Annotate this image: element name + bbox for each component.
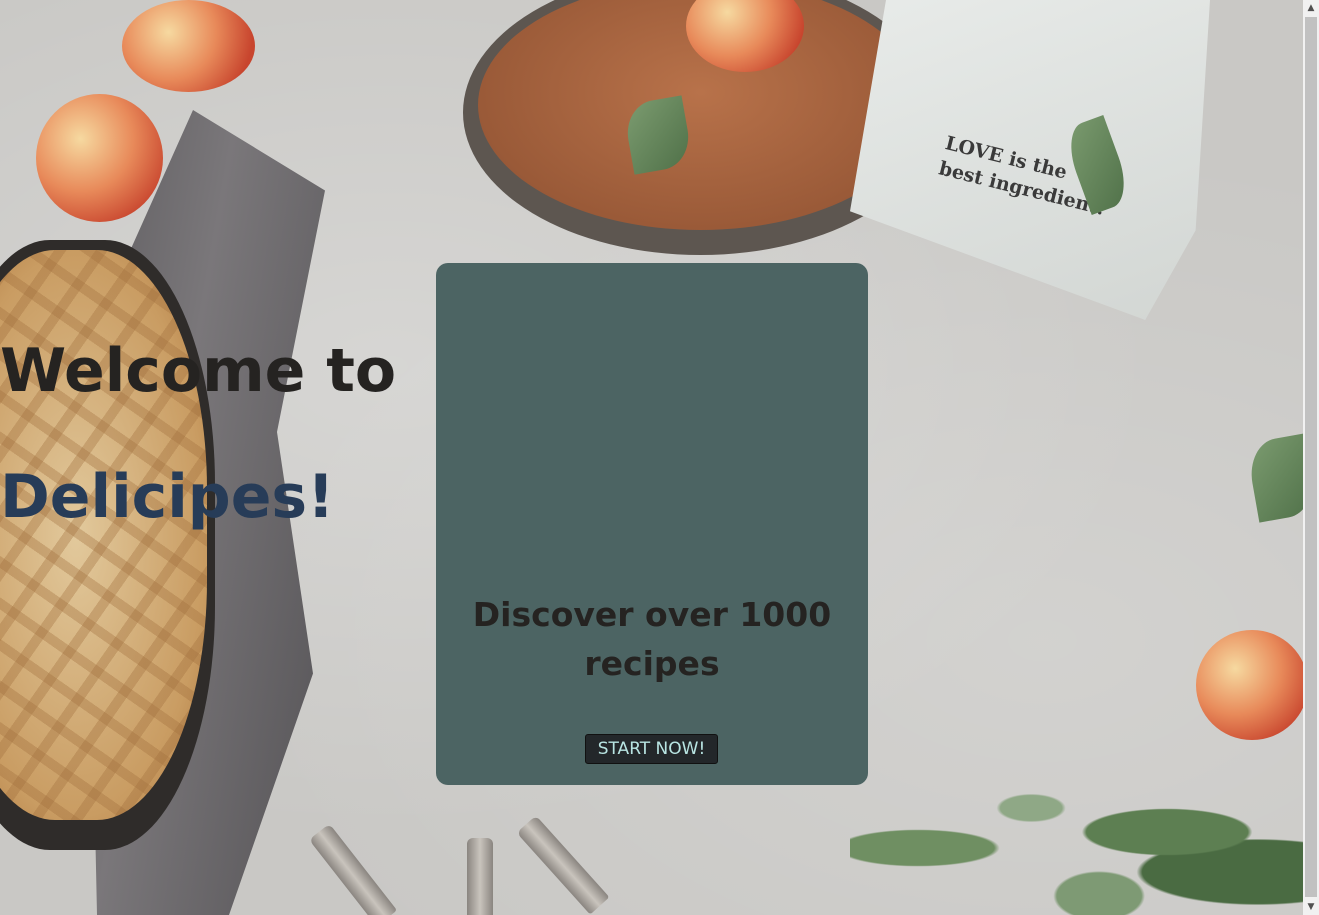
apple-image [1196, 630, 1303, 740]
brand-name: Delicipes! [0, 462, 335, 532]
scroll-up-arrow-icon[interactable]: ▲ [1303, 0, 1319, 16]
hero-subtitle: Discover over 1000 recipes [472, 595, 832, 683]
fork-image [308, 823, 398, 915]
scrollbar-thumb[interactable] [1305, 17, 1317, 897]
greenery-image [850, 760, 1303, 915]
fork-image [467, 838, 493, 915]
hero-heading: Welcome to [0, 336, 397, 406]
page-viewport: LOVE is the best ingredient. Welcome to … [0, 0, 1303, 915]
vertical-scrollbar[interactable]: ▲ ▼ [1303, 0, 1319, 915]
apple-image [122, 0, 255, 92]
apple-image [36, 94, 163, 222]
scroll-down-arrow-icon[interactable]: ▼ [1303, 899, 1319, 915]
fork-image [516, 815, 610, 915]
start-now-button[interactable]: START NOW! [585, 734, 718, 764]
